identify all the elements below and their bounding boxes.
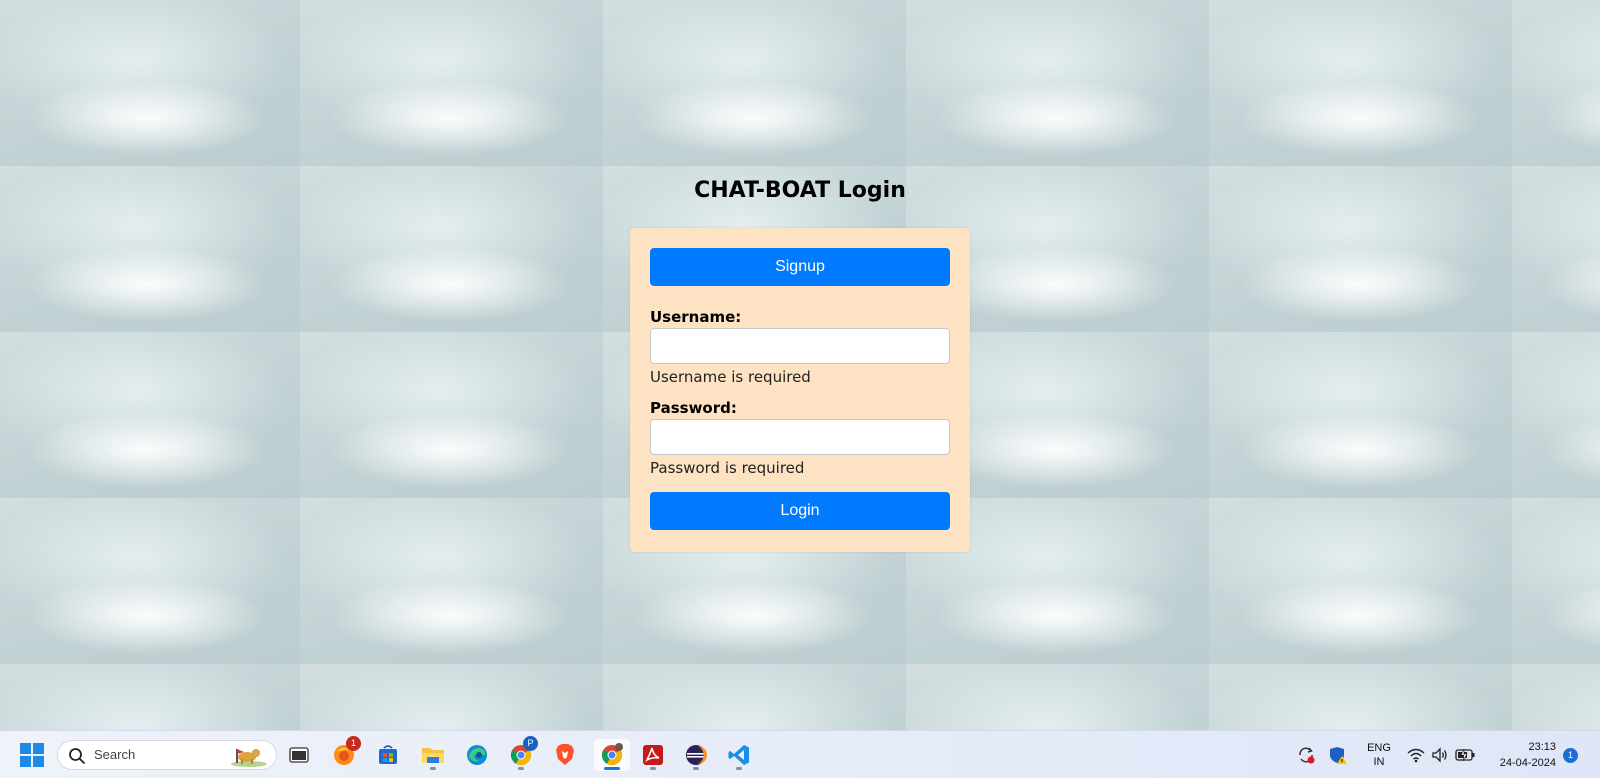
running-indicator bbox=[430, 767, 436, 770]
password-label: Password: bbox=[650, 399, 737, 417]
firefox-badge: 1 bbox=[346, 736, 361, 751]
security-button[interactable] bbox=[1326, 739, 1350, 771]
taskbar-app-chrome-profile[interactable]: P bbox=[505, 736, 538, 771]
battery-charging-icon bbox=[1455, 748, 1475, 762]
language-code: ENG bbox=[1367, 742, 1391, 754]
folder-icon bbox=[422, 748, 444, 763]
taskbar-app-acrobat[interactable] bbox=[637, 739, 669, 771]
notification-badge[interactable]: 1 bbox=[1563, 748, 1578, 763]
sync-status-button[interactable] bbox=[1294, 739, 1318, 771]
username-input[interactable] bbox=[650, 328, 950, 364]
shield-warning-icon bbox=[1330, 747, 1347, 764]
eclipse-icon bbox=[686, 745, 707, 765]
edge-icon bbox=[467, 745, 487, 765]
clock[interactable]: 23:13 24-04-2024 bbox=[1482, 739, 1556, 771]
desktop-wallpaper: CHAT-BOAT Login Signup Username: Usernam… bbox=[0, 0, 1600, 730]
running-indicator bbox=[693, 767, 699, 770]
volume-button[interactable] bbox=[1430, 739, 1450, 771]
active-indicator bbox=[604, 767, 620, 770]
taskbar-app-vscode[interactable] bbox=[723, 739, 755, 771]
taskbar-app-eclipse[interactable] bbox=[680, 739, 712, 771]
wifi-icon bbox=[1407, 748, 1425, 763]
taskbar-app-file-explorer[interactable] bbox=[417, 739, 449, 771]
search-placeholder: Search bbox=[94, 747, 136, 762]
region-code: IN bbox=[1373, 756, 1385, 768]
username-label: Username: bbox=[650, 308, 742, 326]
password-error: Password is required bbox=[650, 459, 805, 477]
start-button[interactable] bbox=[16, 739, 48, 771]
clock-date: 24-04-2024 bbox=[1499, 757, 1556, 769]
taskbar-search[interactable]: Search bbox=[57, 740, 277, 770]
username-error: Username is required bbox=[650, 368, 811, 386]
page-title: CHAT-BOAT Login bbox=[694, 178, 906, 203]
signup-button[interactable]: Signup bbox=[650, 248, 950, 286]
task-view-button[interactable] bbox=[283, 739, 315, 771]
sync-icon bbox=[1299, 747, 1315, 764]
taskbar-app-chrome[interactable] bbox=[594, 739, 630, 771]
battery-button[interactable] bbox=[1454, 739, 1476, 771]
task-view-icon bbox=[289, 747, 309, 763]
clock-time: 23:13 bbox=[1528, 741, 1556, 753]
windows-logo-icon bbox=[20, 743, 44, 767]
running-indicator bbox=[518, 767, 524, 770]
running-indicator bbox=[736, 767, 742, 770]
network-button[interactable] bbox=[1406, 739, 1426, 771]
search-icon bbox=[69, 748, 85, 764]
login-card: Signup Username: Username is required Pa… bbox=[630, 228, 970, 552]
speaker-icon bbox=[1432, 747, 1447, 763]
brave-icon bbox=[556, 744, 574, 765]
taskbar-app-store[interactable] bbox=[372, 739, 404, 771]
taskbar-app-brave[interactable] bbox=[549, 739, 581, 771]
taskbar-app-firefox[interactable]: 1 bbox=[328, 736, 361, 771]
profile-badge: P bbox=[523, 736, 538, 751]
vscode-icon bbox=[728, 745, 749, 765]
search-highlight-icon bbox=[231, 749, 267, 767]
running-indicator bbox=[650, 767, 656, 770]
login-button[interactable]: Login bbox=[650, 492, 950, 530]
store-icon bbox=[379, 745, 397, 764]
chrome-icon bbox=[601, 743, 623, 766]
password-input[interactable] bbox=[650, 419, 950, 455]
taskbar: Search 1 P ENG IN 23:13 24-04-2024 1 bbox=[0, 730, 1600, 778]
language-indicator[interactable]: ENG IN bbox=[1362, 741, 1396, 769]
taskbar-app-edge[interactable] bbox=[461, 739, 493, 771]
pdf-icon bbox=[643, 745, 663, 765]
